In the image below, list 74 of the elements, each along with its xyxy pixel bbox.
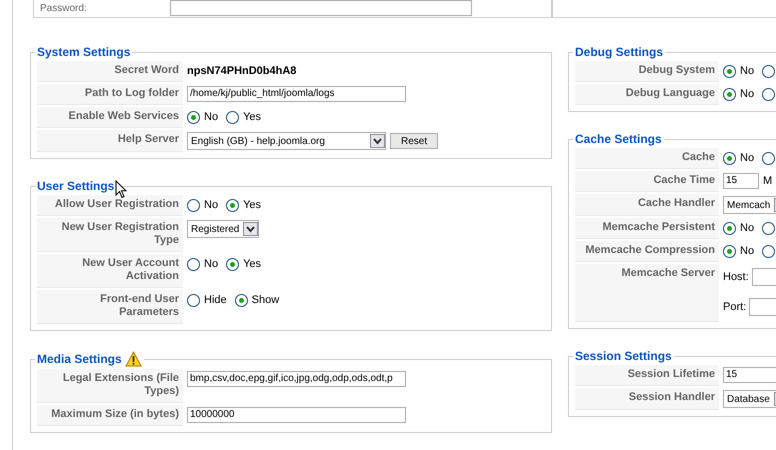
setting-label: Password:: [40, 2, 88, 14]
setting-label: Debug System: [575, 61, 719, 82]
radio-label: No: [740, 245, 754, 257]
setting-label: Session Lifetime: [575, 365, 719, 386]
text-field[interactable]: 15: [723, 173, 759, 189]
field-label: Port:: [723, 301, 746, 313]
field-label: Host:: [723, 271, 749, 283]
setting-label: Legal Extensions (File Types): [37, 369, 183, 403]
setting-label: Cache Handler: [575, 194, 719, 216]
radio-button[interactable]: [762, 152, 776, 164]
radio-button[interactable]: [187, 110, 200, 124]
section-title: System Settings: [37, 45, 130, 59]
unit-label: M: [763, 175, 772, 187]
setting-label: Enable Web Services: [37, 107, 183, 128]
radio-button[interactable]: [762, 222, 776, 234]
text-field[interactable]: /home/kj/public_html/joomla/logs: [187, 86, 406, 102]
text-field[interactable]: 15: [723, 367, 776, 383]
setting-label: New User Account Activation: [37, 254, 183, 288]
radio-button[interactable]: [723, 244, 736, 258]
radio-button[interactable]: [234, 294, 248, 306]
reset-button[interactable]: Reset: [390, 133, 438, 149]
setting-label: Front-end User Parameters: [37, 290, 183, 324]
setting-label: Debug Language: [575, 84, 719, 105]
section-title: Debug Settings: [575, 45, 664, 59]
radio-label: Show: [252, 294, 280, 306]
radio-button[interactable]: [226, 198, 240, 212]
setting-label: Session Handler: [575, 388, 719, 410]
setting-label: Maximum Size (in bytes): [37, 405, 183, 426]
radio-button[interactable]: [226, 110, 240, 124]
text-field[interactable]: [170, 0, 472, 16]
radio-button[interactable]: [723, 64, 736, 78]
radio-button[interactable]: [762, 88, 776, 100]
radio-label: Hide: [204, 294, 227, 306]
radio-label: No: [740, 65, 754, 77]
setting-label: Path to Log folder: [37, 84, 183, 105]
text-field[interactable]: bmp,csv,doc,epg,gif,ico,jpg,odg,odp,ods,odt,p: [187, 371, 406, 387]
setting-label: Allow User Registration: [37, 195, 183, 216]
setting-label: New User Registration Type: [37, 218, 183, 252]
section-title: Session Settings: [575, 349, 672, 363]
radio-button[interactable]: [187, 258, 200, 270]
radio-button[interactable]: [723, 88, 736, 100]
radio-label: No: [204, 111, 218, 123]
radio-label: No: [740, 88, 754, 100]
setting-label: Secret Word: [37, 61, 183, 82]
radio-button[interactable]: [187, 198, 200, 212]
radio-label: No: [204, 199, 218, 211]
radio-label: No: [204, 258, 218, 270]
setting-label: Help Server: [37, 130, 183, 152]
radio-label: No: [740, 152, 754, 164]
setting-label: Memcache Server: [575, 264, 719, 322]
dropdown[interactable]: Database: [723, 390, 776, 408]
mouse-cursor-icon: [115, 180, 127, 199]
setting-label: Memcache Persistent: [575, 218, 719, 239]
section-title: Cache Settings: [575, 132, 662, 146]
radio-label: Yes: [243, 199, 262, 211]
radio-label: No: [740, 222, 754, 234]
radio-button[interactable]: [723, 222, 736, 234]
radio-button[interactable]: [762, 244, 776, 258]
radio-button[interactable]: [762, 64, 776, 78]
text-field[interactable]: 10000000: [187, 407, 406, 423]
radio-label: Yes: [243, 258, 262, 270]
radio-button[interactable]: [187, 294, 200, 306]
dropdown[interactable]: Memcach: [723, 196, 776, 214]
secret-word-value: npsN74PHnD0b4hA8: [187, 65, 296, 77]
dropdown[interactable]: Registered: [187, 220, 260, 238]
radio-label: Yes: [243, 111, 262, 123]
setting-label: Cache: [575, 148, 719, 169]
radio-button[interactable]: [226, 258, 240, 270]
setting-label: Memcache Compression: [575, 241, 719, 262]
dropdown[interactable]: English (GB) - help.joomla.org: [187, 132, 386, 150]
section-title: Media Settings: [37, 352, 122, 366]
radio-button[interactable]: [723, 152, 736, 164]
section-title: User Settings: [37, 179, 114, 193]
setting-label: Cache Time: [575, 171, 719, 192]
